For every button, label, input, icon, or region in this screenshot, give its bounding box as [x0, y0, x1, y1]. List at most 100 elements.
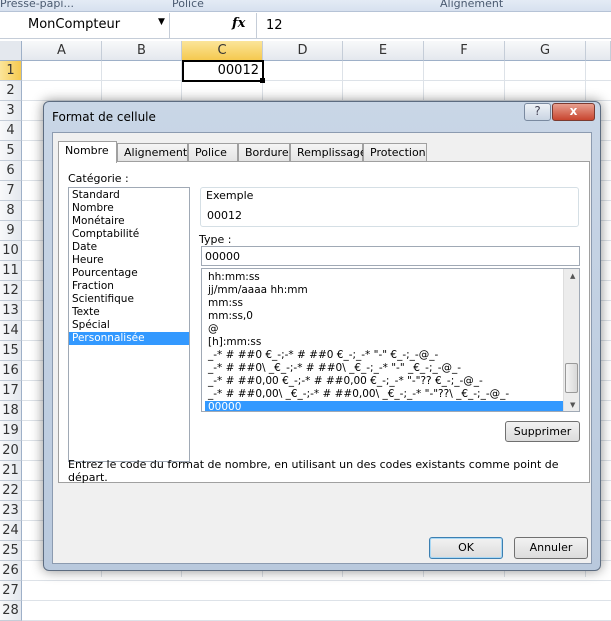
- category-item[interactable]: Spécial: [69, 319, 189, 332]
- divider: [256, 13, 257, 38]
- column-header-extra[interactable]: [586, 41, 611, 61]
- gridline: [22, 600, 611, 601]
- active-cell-c1[interactable]: 00012: [182, 60, 264, 82]
- example-label: Exemple: [206, 189, 254, 202]
- row-header-4[interactable]: 4: [0, 121, 22, 141]
- tab-panel-nombre: Catégorie : Standard Nombre Monétaire Compt…: [58, 161, 590, 484]
- ribbon-group-labels: Presse-papi... Police Alignement: [0, 0, 611, 12]
- row-header-11[interactable]: 11: [0, 261, 22, 281]
- format-item[interactable]: mm:ss,0: [205, 310, 563, 323]
- format-list[interactable]: hh:mm:ss jj/mm/aaaa hh:mm mm:ss mm:ss,0 @ [h]…: [201, 268, 580, 412]
- format-item[interactable]: _-* # ##0 €_-;-* # ##0 €_-;_-* "-" €_-;_…: [205, 349, 563, 362]
- close-button[interactable]: x: [552, 103, 595, 121]
- ribbon-group-alignment[interactable]: Alignement: [440, 0, 503, 10]
- category-item[interactable]: Scientifique: [69, 293, 189, 306]
- tab-police[interactable]: Police: [188, 143, 238, 162]
- scroll-up-icon[interactable]: ▲: [567, 270, 575, 283]
- format-item[interactable]: @: [205, 323, 563, 336]
- format-item[interactable]: hh:mm:ss: [205, 271, 563, 284]
- row-header-24[interactable]: 24: [0, 521, 22, 541]
- column-header-E[interactable]: E: [343, 41, 424, 61]
- row-header-10[interactable]: 10: [0, 241, 22, 261]
- scrollbar-thumb[interactable]: [565, 363, 578, 393]
- category-item[interactable]: Heure: [69, 254, 189, 267]
- category-item[interactable]: Pourcentage: [69, 267, 189, 280]
- category-item[interactable]: Fraction: [69, 280, 189, 293]
- format-cells-dialog: Format de cellule ? x Nombre Alignement Po…: [43, 101, 601, 571]
- format-item[interactable]: _-* # ##0,00\ _€_-;-* # ##0,00\ _€_-;_-*…: [205, 388, 563, 401]
- format-item[interactable]: jj/mm/aaaa hh:mm: [205, 284, 563, 297]
- tab-protection[interactable]: Protection: [363, 143, 427, 162]
- row-header-7[interactable]: 7: [0, 181, 22, 201]
- ribbon-group-clipboard[interactable]: Presse-papi...: [0, 0, 74, 10]
- row-header-14[interactable]: 14: [0, 321, 22, 341]
- name-box[interactable]: MonCompteur ▼: [0, 13, 170, 38]
- formula-input[interactable]: 12: [266, 18, 283, 33]
- category-label: Catégorie :: [68, 172, 129, 185]
- row-header-16[interactable]: 16: [0, 361, 22, 381]
- row-header-26[interactable]: 26: [0, 561, 22, 581]
- type-input[interactable]: [201, 246, 580, 266]
- row-header-21[interactable]: 21: [0, 461, 22, 481]
- fill-handle[interactable]: [260, 78, 265, 83]
- row-header-9[interactable]: 9: [0, 221, 22, 241]
- category-item[interactable]: Comptabilité: [69, 228, 189, 241]
- ribbon-group-font[interactable]: Police: [172, 0, 204, 10]
- delete-button[interactable]: Supprimer: [505, 421, 580, 442]
- column-header-B[interactable]: B: [102, 41, 182, 61]
- category-item[interactable]: Texte: [69, 306, 189, 319]
- dialog-body: Nombre Alignement Police Bordure Remplissage…: [52, 132, 592, 564]
- category-list[interactable]: Standard Nombre Monétaire Comptabilité Date H…: [68, 187, 190, 462]
- row-header-2[interactable]: 2: [0, 81, 22, 101]
- tab-alignement[interactable]: Alignement: [117, 143, 188, 162]
- row-header-19[interactable]: 19: [0, 421, 22, 441]
- gridline: [22, 80, 611, 81]
- category-item[interactable]: Personnalisée: [69, 332, 189, 345]
- format-item[interactable]: 00000: [205, 401, 563, 411]
- row-header-23[interactable]: 23: [0, 501, 22, 521]
- row-header-17[interactable]: 17: [0, 381, 22, 401]
- row-header-15[interactable]: 15: [0, 341, 22, 361]
- row-header-27[interactable]: 27: [0, 581, 22, 601]
- column-header-G[interactable]: G: [505, 41, 586, 61]
- row-header-5[interactable]: 5: [0, 141, 22, 161]
- insert-function-icon[interactable]: fx: [232, 16, 245, 31]
- format-item[interactable]: [h]:mm:ss: [205, 336, 563, 349]
- format-item[interactable]: _-* # ##0\ _€_-;-* # ##0\ _€_-;_-* "-" _…: [205, 362, 563, 375]
- column-header-D[interactable]: D: [263, 41, 343, 61]
- format-list-scrollbar[interactable]: ▲ ▼: [563, 269, 579, 411]
- category-item[interactable]: Monétaire: [69, 215, 189, 228]
- row-header-20[interactable]: 20: [0, 441, 22, 461]
- tab-nombre[interactable]: Nombre: [58, 141, 117, 163]
- scroll-down-icon[interactable]: ▼: [567, 399, 575, 411]
- column-header-F[interactable]: F: [424, 41, 505, 61]
- row-header-25[interactable]: 25: [0, 541, 22, 561]
- chevron-down-icon[interactable]: ▼: [158, 17, 165, 27]
- select-all-button[interactable]: [0, 41, 22, 61]
- column-header-C[interactable]: C: [182, 41, 263, 61]
- example-value: 00012: [207, 209, 242, 222]
- tab-remplissage[interactable]: Remplissage: [290, 143, 367, 162]
- column-header-A[interactable]: A: [22, 41, 102, 61]
- format-item[interactable]: _-* # ##0,00 €_-;-* # ##0,00 €_-;_-* "-"…: [205, 375, 563, 388]
- category-item[interactable]: Nombre: [69, 202, 189, 215]
- row-header-8[interactable]: 8: [0, 201, 22, 221]
- format-item[interactable]: mm:ss: [205, 297, 563, 310]
- help-button[interactable]: ?: [524, 103, 551, 121]
- example-group: Exemple 00012: [200, 187, 579, 227]
- row-header-1[interactable]: 1: [0, 61, 22, 81]
- row-header-28[interactable]: 28: [0, 601, 22, 621]
- row-header-6[interactable]: 6: [0, 161, 22, 181]
- row-header-3[interactable]: 3: [0, 101, 22, 121]
- gridline: [22, 580, 611, 581]
- row-header-18[interactable]: 18: [0, 401, 22, 421]
- dialog-title: Format de cellule: [52, 110, 156, 124]
- row-header-13[interactable]: 13: [0, 301, 22, 321]
- tab-bordure[interactable]: Bordure: [238, 143, 290, 162]
- category-item[interactable]: Date: [69, 241, 189, 254]
- row-header-12[interactable]: 12: [0, 281, 22, 301]
- cancel-button[interactable]: Annuler: [514, 537, 588, 559]
- row-header-22[interactable]: 22: [0, 481, 22, 501]
- ok-button[interactable]: OK: [429, 537, 503, 559]
- category-item[interactable]: Standard: [69, 189, 189, 202]
